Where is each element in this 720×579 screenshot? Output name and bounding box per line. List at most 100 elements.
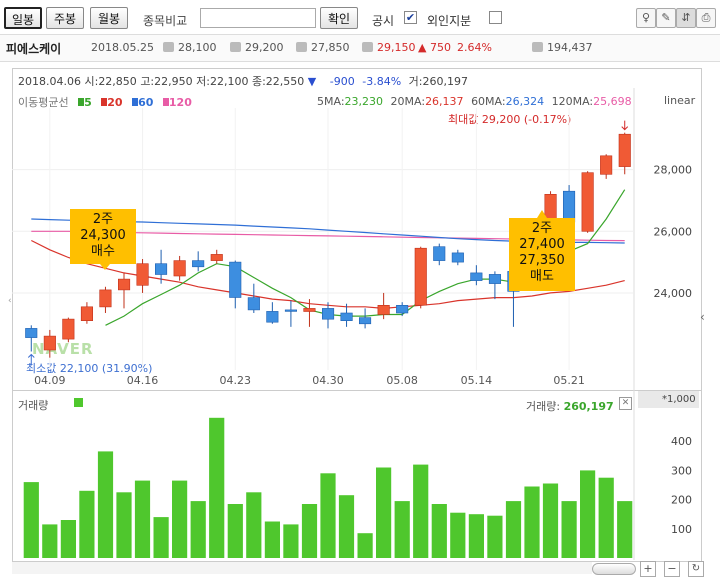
candle-body	[99, 289, 112, 308]
foreign-label: 외인지분	[427, 14, 472, 28]
stock-name: 피에스케이	[6, 42, 62, 56]
buy-callout: 2주 24,300 매수	[70, 209, 136, 264]
candle-body	[618, 133, 631, 167]
scrollbar-track[interactable]	[12, 562, 592, 574]
max-marker-arrow	[621, 120, 629, 131]
tab-monthly[interactable]: 월봉	[90, 7, 128, 29]
date-tick-label: 04.30	[312, 374, 344, 387]
volume-bar	[42, 524, 58, 558]
volume-bar	[468, 514, 484, 558]
candle-body	[377, 305, 390, 315]
volume-bar	[134, 480, 151, 558]
zoom-in-icon[interactable]: +	[640, 561, 656, 577]
volume-bar	[264, 521, 280, 558]
candle-body	[340, 312, 353, 321]
volume-bar	[413, 464, 429, 558]
open-icon	[163, 42, 174, 52]
candle-body	[321, 308, 335, 320]
candle-body	[470, 272, 483, 281]
compare-label: 종목비교	[143, 14, 188, 28]
disclosure-label: 공시	[372, 14, 395, 28]
candle-body	[414, 247, 427, 306]
zoom-out-icon[interactable]: −	[664, 561, 680, 577]
date-tick-label: 04.09	[34, 374, 66, 387]
candle-body	[62, 318, 75, 340]
volume-bar	[209, 417, 225, 558]
candle-body	[210, 254, 223, 261]
scrollbar-thumb[interactable]	[592, 563, 636, 575]
confirm-button[interactable]: 확인	[320, 7, 358, 29]
disclosure-checkbox[interactable]: ✔	[404, 11, 417, 24]
date-tick-label: 05.08	[386, 374, 418, 387]
candle-body	[118, 278, 131, 291]
tab-weekly[interactable]: 주봉	[46, 7, 84, 29]
candle-body	[451, 252, 464, 263]
volume-bar	[376, 467, 392, 558]
low-value: 27,850	[296, 41, 350, 54]
volume-bar	[524, 486, 540, 558]
volume-bar	[172, 480, 188, 558]
right-collapse-handle[interactable]: ‹	[700, 310, 705, 324]
lightbulb-icon[interactable]: ♀	[636, 8, 656, 28]
volume-tick-label: 400	[671, 435, 692, 448]
candle-body	[229, 261, 242, 298]
compare-tool-icon[interactable]: ⇵	[676, 8, 696, 28]
refresh-icon[interactable]: ↻	[688, 561, 704, 577]
candle-body	[358, 317, 372, 325]
volume-bar	[79, 490, 95, 558]
candle-body	[192, 260, 205, 268]
volume-bar	[283, 524, 299, 558]
date-tick-label: 04.23	[220, 374, 252, 387]
candle-body	[488, 274, 502, 284]
candle-body	[581, 172, 594, 232]
volume-bar	[23, 482, 39, 558]
price-tick-label: 28,000	[654, 164, 693, 177]
candle-body	[266, 311, 279, 323]
volume-bar	[431, 504, 447, 558]
volume-tick-label: 300	[671, 464, 692, 477]
volume-icon	[532, 42, 543, 52]
volume-bar	[542, 483, 559, 558]
close-value: 29,150	[362, 41, 416, 54]
volume-bar	[153, 517, 169, 558]
volume-bar	[598, 477, 614, 558]
volume-tick-label: 100	[671, 523, 692, 536]
pencil-icon[interactable]: ✎	[656, 8, 676, 28]
volume-value: 194,437	[532, 41, 593, 54]
stock-date: 2018.05.25	[91, 41, 154, 54]
candle-body	[284, 309, 298, 312]
open-value: 28,100	[163, 41, 217, 54]
print-icon[interactable]: ⎙	[696, 8, 716, 28]
candle-body	[396, 305, 409, 314]
high-value: 29,200	[230, 41, 284, 54]
foreign-checkbox[interactable]	[489, 11, 502, 24]
volume-bar	[227, 504, 243, 558]
volume-bar	[580, 470, 596, 558]
sell-callout-pointer	[537, 210, 547, 218]
volume-bar	[116, 492, 132, 558]
candle-body	[173, 260, 186, 277]
date-tick-label: 05.14	[461, 374, 493, 387]
compare-input[interactable]	[200, 8, 316, 28]
price-tick-label: 24,000	[654, 287, 693, 300]
price-tick-label: 26,000	[654, 225, 693, 238]
change-pct: 2.64%	[457, 41, 492, 54]
volume-bar	[60, 520, 76, 558]
volume-bar	[246, 492, 262, 558]
close-icon	[362, 42, 373, 52]
candle-body	[155, 263, 168, 275]
tab-daily[interactable]: 일봉	[4, 7, 42, 29]
min-marker-arrow	[27, 353, 35, 366]
volume-bar	[97, 451, 114, 558]
change-value: ▲ 750	[418, 41, 451, 54]
volume-bar	[320, 473, 336, 558]
date-tick-label: 04.16	[127, 374, 159, 387]
volume-tick-label: 200	[671, 494, 692, 507]
volume-bar	[190, 501, 206, 558]
volume-bar	[617, 501, 633, 558]
candle-body	[600, 155, 613, 175]
buy-callout-pointer	[100, 264, 110, 270]
volume-bar	[338, 495, 355, 558]
high-icon	[230, 42, 241, 52]
volume-bar	[505, 501, 522, 558]
